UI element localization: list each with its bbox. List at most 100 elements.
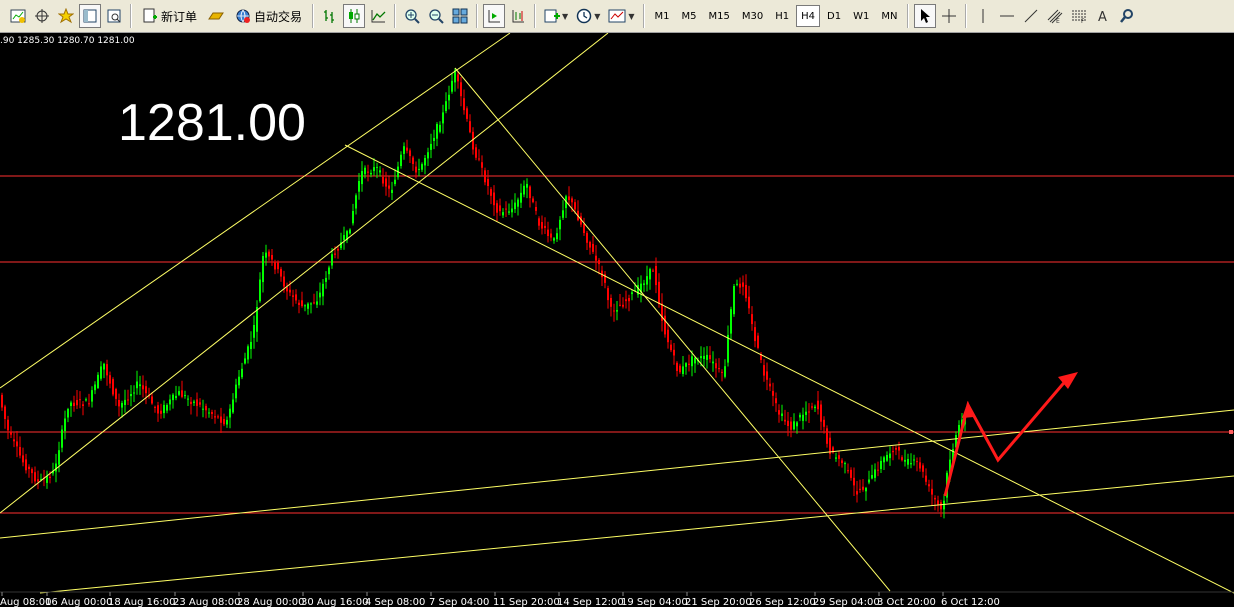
- candle-body: [664, 315, 666, 335]
- candle-body: [316, 301, 318, 305]
- timeframe-w1-button[interactable]: W1: [848, 5, 874, 27]
- candle-body: [289, 289, 291, 293]
- time-axis-label: 29 Sep 04:00: [813, 597, 880, 607]
- candle-body: [808, 411, 810, 413]
- candle-body: [322, 283, 324, 297]
- candle-body: [73, 402, 75, 406]
- chevron-down-icon: ▼: [562, 11, 569, 21]
- candle-body: [499, 205, 501, 212]
- trendline-button[interactable]: [1020, 4, 1042, 28]
- fibonacci-button[interactable]: F: [1068, 4, 1090, 28]
- zoom-in-button[interactable]: [401, 4, 423, 28]
- navigator-button[interactable]: [79, 4, 101, 28]
- auto-trading-button[interactable]: 自动交易: [230, 4, 307, 28]
- crosshair-button[interactable]: [31, 4, 53, 28]
- time-axis-label: 23 Aug 08:00: [173, 597, 240, 607]
- timeframe-mn-button[interactable]: MN: [876, 5, 902, 27]
- candle-body: [931, 488, 933, 495]
- search-button[interactable]: [1116, 4, 1138, 28]
- timeframe-m15-button[interactable]: M15: [704, 5, 735, 27]
- new-order-button[interactable]: 新订单: [137, 4, 202, 28]
- gold-button[interactable]: [204, 4, 228, 28]
- indicators-button[interactable]: ▼: [541, 4, 571, 28]
- candle-body: [916, 461, 918, 463]
- timeframe-h4-button[interactable]: H4: [796, 5, 820, 27]
- candle-body: [862, 486, 864, 490]
- templates-button[interactable]: ▼: [605, 4, 637, 28]
- candle-body: [334, 253, 336, 255]
- candle-body: [250, 341, 252, 349]
- data-window-button[interactable]: [103, 4, 125, 28]
- data-window-icon: [107, 9, 121, 23]
- vertical-line-button[interactable]: [972, 4, 994, 28]
- favorites-button[interactable]: [55, 4, 77, 28]
- candle-body: [673, 349, 675, 356]
- candle-body: [694, 357, 696, 364]
- candle-body: [208, 412, 210, 414]
- candle-body: [88, 403, 90, 405]
- timeframe-m1-button[interactable]: M1: [650, 5, 675, 27]
- cursor-button[interactable]: [914, 4, 937, 28]
- candle-body: [265, 252, 267, 258]
- favorites-icon: [58, 8, 74, 24]
- time-axis-label: 19 Sep 04:00: [621, 597, 688, 607]
- horizontal-levels: [0, 175, 1234, 514]
- timeframe-m30-button[interactable]: M30: [737, 5, 768, 27]
- candle-body: [241, 368, 243, 378]
- toolbar-separator: [130, 4, 132, 28]
- candle-body: [421, 164, 423, 170]
- candle-body: [361, 171, 363, 185]
- candle-body: [649, 268, 651, 280]
- clock-icon: [576, 8, 592, 24]
- tile-windows-icon: [452, 8, 468, 24]
- candle-body: [898, 447, 900, 451]
- zoom-out-button[interactable]: [425, 4, 447, 28]
- candle-body: [31, 469, 33, 474]
- chart-area[interactable]: Aug 08:00 16 Aug 00:00 18 Aug 16:00 23 Aug …: [0, 33, 1234, 607]
- timeframe-m5-button[interactable]: M5: [677, 5, 702, 27]
- tile-windows-button[interactable]: [449, 4, 471, 28]
- candle-body: [91, 390, 93, 402]
- candle-body: [595, 255, 597, 261]
- candle-body: [286, 287, 288, 292]
- chart-shift-button[interactable]: [507, 4, 529, 28]
- candle-body: [835, 457, 837, 459]
- timeframe-d1-button[interactable]: D1: [822, 5, 846, 27]
- candle-body: [217, 416, 219, 418]
- candle-body: [157, 405, 159, 414]
- periods-button[interactable]: ▼: [573, 4, 603, 28]
- toolbar-separator: [907, 4, 910, 28]
- candle-body: [298, 302, 300, 305]
- candle-body: [934, 497, 936, 500]
- candle-body: [376, 166, 378, 168]
- candle-body: [913, 459, 915, 461]
- autoscroll-button[interactable]: [483, 4, 506, 28]
- candlestick-button[interactable]: [343, 4, 366, 28]
- indicators-icon: [544, 9, 561, 23]
- toolbar-separator: [394, 4, 397, 28]
- candle-body: [460, 82, 462, 97]
- timeframe-h1-button[interactable]: H1: [770, 5, 794, 27]
- candle-body: [676, 362, 678, 371]
- bar-chart-button[interactable]: [319, 4, 341, 28]
- candle-body: [709, 355, 711, 360]
- new-chart-button[interactable]: [7, 4, 29, 28]
- candle-body: [49, 476, 51, 478]
- text-button[interactable]: A: [1092, 4, 1114, 28]
- candle-body: [886, 455, 888, 461]
- candle-body: [70, 402, 72, 406]
- horizontal-line-button[interactable]: [996, 4, 1018, 28]
- crosshair-tool-button[interactable]: [938, 4, 960, 28]
- candle-body: [679, 365, 681, 373]
- candle-body: [532, 198, 534, 203]
- candle-body: [55, 463, 57, 472]
- candle-body: [553, 238, 555, 241]
- line-chart-button[interactable]: [367, 4, 389, 28]
- candle-body: [487, 179, 489, 186]
- candle-body: [622, 304, 624, 307]
- candle-body: [37, 479, 39, 482]
- candle-body: [382, 176, 384, 184]
- candle-body: [907, 459, 909, 465]
- channel-button[interactable]: E: [1044, 4, 1066, 28]
- time-axis-label: 21 Sep 20:00: [685, 597, 752, 607]
